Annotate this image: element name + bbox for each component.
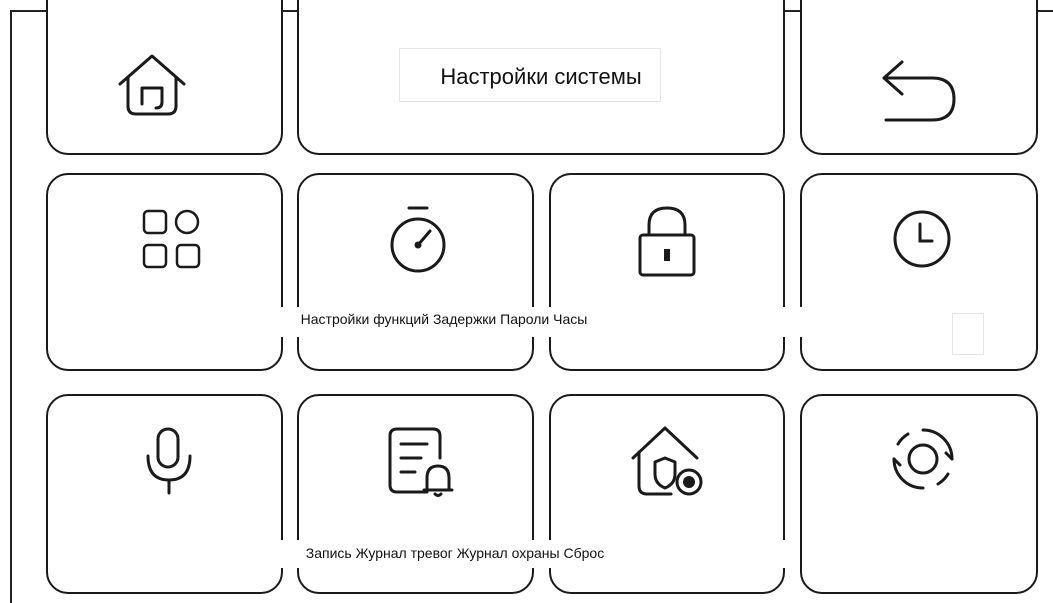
reset-icon <box>890 426 956 492</box>
clock-button[interactable] <box>800 173 1038 371</box>
row1-labels: Настройки функций Задержки Пароли Часы <box>80 307 808 337</box>
alarm-log-icon <box>387 426 454 498</box>
clock-ghost-box <box>952 313 984 355</box>
back-arrow-icon <box>880 58 958 124</box>
row2-labels: Запись Журнал тревог Журнал охраны Сброс <box>110 540 800 568</box>
passwords-button[interactable] <box>549 173 785 371</box>
reset-button[interactable] <box>800 394 1038 594</box>
clock-icon <box>892 209 952 269</box>
lock-icon <box>637 205 697 277</box>
security-log-icon <box>631 424 705 498</box>
grid-icon <box>142 209 202 269</box>
microphone-icon <box>144 426 194 496</box>
left-border-line <box>10 10 12 603</box>
stopwatch-icon <box>389 205 447 275</box>
title-panel: Настройки системы <box>297 0 785 155</box>
home-button[interactable] <box>46 0 283 155</box>
function-settings-button[interactable] <box>46 173 283 371</box>
back-button[interactable] <box>800 0 1038 155</box>
delays-button[interactable] <box>297 173 534 371</box>
home-icon <box>118 52 186 118</box>
page-title: Настройки системы <box>440 64 642 89</box>
